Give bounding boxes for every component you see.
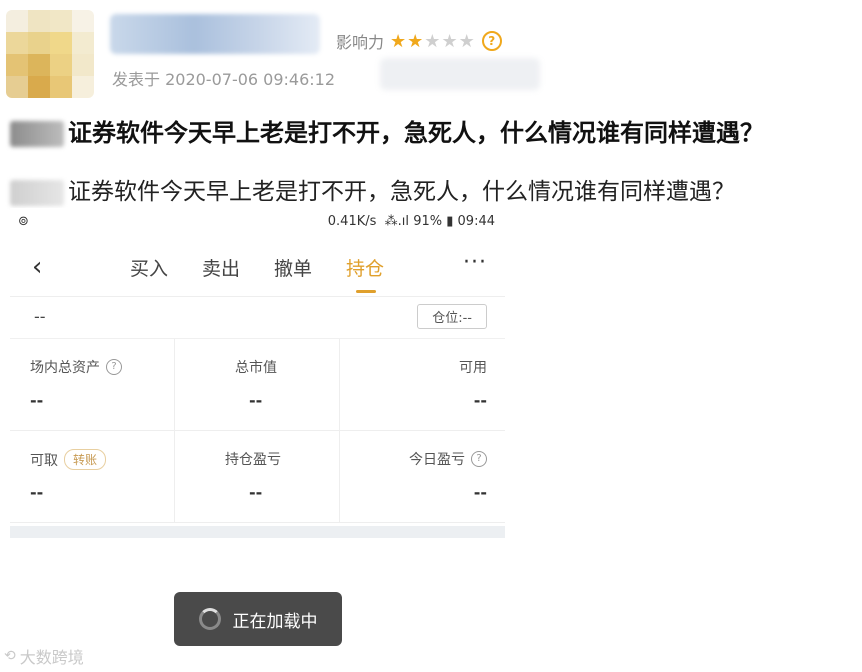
clock: 09:44: [457, 214, 495, 229]
blurred-region: [10, 121, 64, 147]
post-title[interactable]: 证券软件今天早上老是打不开，急死人，什么情况谁有同样遭遇？: [10, 113, 764, 148]
cell-available: 可用 --: [340, 339, 505, 431]
position-button[interactable]: 仓位:--: [417, 304, 487, 329]
star-icon: ★: [407, 30, 425, 52]
watermark: ⟲ 大数跨境: [4, 644, 84, 668]
help-icon[interactable]: ?: [481, 31, 502, 51]
blurred-region: [10, 179, 64, 206]
loading-text: 正在加载中: [232, 611, 318, 632]
help-icon[interactable]: ?: [471, 451, 487, 467]
status-right: 0.41K/s ⁂.ıl 91% ▮ 09:44: [328, 214, 495, 229]
influence-label: 影响力: [336, 33, 385, 52]
star-empty-icon: ★: [424, 30, 442, 52]
asset-grid: 场内总资产 ? -- 总市值 -- 可用 -- 可取 转账 -- 持仓盈亏 --…: [10, 339, 505, 525]
cell-value: --: [30, 391, 44, 410]
divider-bar: [10, 526, 505, 538]
account-value: --: [34, 307, 46, 326]
tab-sell[interactable]: 卖出: [202, 254, 240, 281]
phone-screenshot: ⊚ 0.41K/s ⁂.ıl 91% ▮ 09:44 ‹ 买入 卖出 撤单 持仓…: [10, 208, 505, 538]
cell-value: --: [249, 483, 263, 502]
help-icon[interactable]: ?: [106, 359, 122, 375]
loading-toast: 正在加载中: [174, 592, 342, 646]
cell-label: 今日盈亏: [409, 452, 465, 468]
star-icon: ★: [390, 30, 408, 52]
cell-value: --: [473, 391, 487, 410]
post-title-text: 证券软件今天早上老是打不开，急死人，什么情况谁有同样遭遇？: [68, 119, 764, 147]
cell-label: 持仓盈亏: [225, 452, 281, 468]
star-empty-icon: ★: [441, 30, 459, 52]
cell-withdrawable: 可取 转账 --: [10, 431, 175, 523]
phone-status-bar: ⊚ 0.41K/s ⁂.ıl 91% ▮ 09:44: [10, 208, 505, 236]
username-blurred[interactable]: [110, 14, 320, 54]
network-speed: 0.41K/s: [327, 214, 377, 229]
cell-label: 可用: [459, 360, 487, 376]
more-icon[interactable]: ···: [463, 250, 487, 275]
active-tab-indicator: [356, 290, 376, 293]
star-rating: ★★★★★: [390, 31, 476, 52]
avatar[interactable]: [6, 10, 94, 98]
position-row: -- 仓位:--: [10, 298, 505, 339]
tab-holdings[interactable]: 持仓: [346, 254, 384, 281]
spinner-icon: [198, 608, 221, 630]
battery-icon: ▮: [446, 214, 454, 229]
cell-total-assets: 场内总资产 ? --: [10, 339, 175, 431]
cell-value: --: [30, 483, 44, 502]
transfer-button[interactable]: 转账: [64, 449, 107, 470]
cell-value: --: [473, 483, 487, 502]
watermark-text: 大数跨境: [19, 648, 84, 667]
star-empty-icon: ★: [458, 30, 476, 52]
cell-value: --: [249, 391, 263, 410]
post-body-text: 证券软件今天早上老是打不开，急死人，什么情况谁有同样遭遇？: [68, 179, 735, 205]
watermark-logo-icon: ⟲: [4, 648, 16, 664]
tab-buy[interactable]: 买入: [130, 254, 168, 281]
blurred-region: [380, 58, 540, 90]
cell-label: 总市值: [235, 360, 277, 376]
influence-rating: 影响力 ★★★★★ ?: [336, 29, 502, 53]
cell-label: 场内总资产: [30, 360, 100, 376]
post-body: 证券软件今天早上老是打不开，急死人，什么情况谁有同样遭遇？: [10, 172, 735, 206]
battery-level: 91%: [413, 214, 443, 229]
trade-nav: ‹ 买入 卖出 撤单 持仓 ···: [10, 244, 505, 297]
back-chevron-icon[interactable]: ‹: [32, 252, 42, 282]
app-icon: ⊚: [18, 214, 29, 229]
post-timestamp: 发表于 2020-07-06 09:46:12: [112, 70, 336, 89]
cell-today-pnl: 今日盈亏 ? --: [340, 431, 505, 523]
cell-holding-pnl: 持仓盈亏 --: [175, 431, 340, 523]
signal-icon: ⁂.ıl: [380, 214, 410, 229]
cell-label: 可取: [30, 452, 58, 469]
tab-cancel[interactable]: 撤单: [274, 254, 312, 281]
cell-market-value: 总市值 --: [175, 339, 340, 431]
